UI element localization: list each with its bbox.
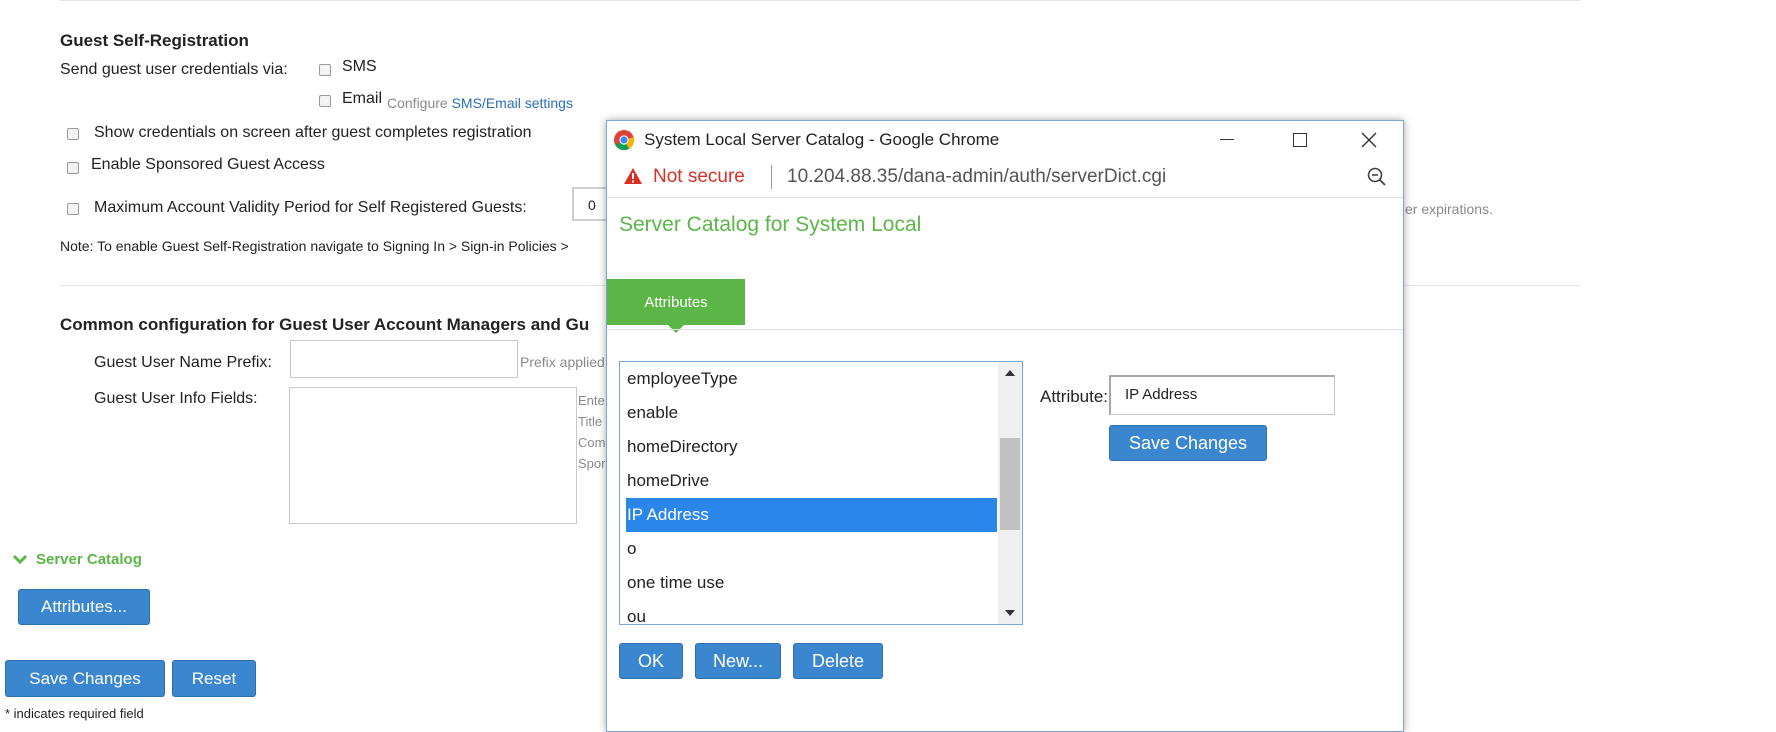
guest-registration-note: Note: To enable Guest Self-Registration … bbox=[60, 238, 569, 254]
sponsored-access-label: Enable Sponsored Guest Access bbox=[91, 156, 325, 173]
guest-user-name-prefix-label: Guest User Name Prefix: bbox=[94, 354, 272, 371]
server-catalog-popup-window: System Local Server Catalog - Google Chr… bbox=[606, 120, 1404, 732]
chrome-logo-icon bbox=[614, 130, 634, 151]
scroll-thumb[interactable] bbox=[1000, 438, 1020, 530]
guest-user-info-fields-label: Guest User Info Fields: bbox=[94, 390, 258, 407]
list-item[interactable]: ou bbox=[626, 600, 997, 624]
close-icon[interactable] bbox=[1361, 132, 1377, 148]
list-item[interactable]: enable bbox=[626, 396, 997, 430]
zoom-out-icon[interactable] bbox=[1367, 167, 1387, 187]
address-bar[interactable]: Not secure 10.204.88.35/dana-admin/auth/… bbox=[607, 157, 1403, 198]
popup-url[interactable]: 10.204.88.35/dana-admin/auth/serverDict.… bbox=[787, 166, 1166, 188]
email-checkbox[interactable] bbox=[319, 95, 331, 107]
sms-label: SMS bbox=[342, 58, 377, 75]
list-item[interactable]: o bbox=[626, 532, 997, 566]
reset-button[interactable]: Reset bbox=[172, 660, 256, 697]
configure-prefix: Configure bbox=[387, 95, 452, 111]
server-catalog-label: Server Catalog bbox=[36, 551, 142, 568]
list-item[interactable]: homeDirectory bbox=[626, 430, 997, 464]
attribute-label: Attribute: bbox=[1040, 387, 1109, 406]
delete-button[interactable]: Delete bbox=[793, 643, 883, 679]
popup-window-title: System Local Server Catalog - Google Chr… bbox=[644, 130, 1000, 149]
configure-text: Configure SMS/Email settings bbox=[387, 95, 573, 111]
prefix-hint: Prefix applied bbox=[520, 354, 605, 370]
email-label: Email bbox=[342, 90, 383, 107]
ok-button[interactable]: OK bbox=[619, 643, 683, 679]
attribute-input[interactable]: IP Address bbox=[1109, 375, 1335, 415]
server-catalog-toggle[interactable]: Server Catalog bbox=[12, 551, 142, 568]
warning-icon bbox=[624, 168, 642, 184]
popup-titlebar: System Local Server Catalog - Google Chr… bbox=[607, 121, 1403, 157]
popup-save-changes-button[interactable]: Save Changes bbox=[1109, 425, 1267, 461]
info-hint-line: Spor bbox=[578, 456, 606, 471]
list-item[interactable]: homeDrive bbox=[626, 464, 997, 498]
tab-attributes-label: Attributes bbox=[644, 293, 708, 311]
sms-checkbox[interactable] bbox=[319, 64, 331, 76]
info-fields-hints: Ente Title Com Spor bbox=[578, 390, 605, 474]
minimize-icon[interactable] bbox=[1220, 139, 1234, 140]
info-hint-line: Title bbox=[578, 414, 603, 429]
scroll-down-icon[interactable] bbox=[1005, 610, 1015, 616]
show-credentials-checkbox[interactable] bbox=[67, 128, 79, 140]
sms-email-settings-link[interactable]: SMS/Email settings bbox=[452, 95, 573, 111]
guest-self-registration-heading: Guest Self-Registration bbox=[60, 31, 249, 50]
address-divider bbox=[771, 165, 772, 189]
tab-attributes[interactable]: Attributes bbox=[607, 279, 745, 325]
new-button[interactable]: New... bbox=[695, 643, 781, 679]
chevron-down-icon bbox=[12, 554, 28, 564]
scroll-up-icon[interactable] bbox=[1005, 370, 1015, 376]
info-hint-line: Com bbox=[578, 435, 606, 450]
list-item[interactable]: one time use bbox=[626, 566, 997, 600]
maximize-icon[interactable] bbox=[1293, 133, 1307, 147]
sponsored-access-checkbox[interactable] bbox=[67, 162, 79, 174]
guest-user-info-fields-textarea[interactable] bbox=[289, 387, 577, 524]
save-changes-button[interactable]: Save Changes bbox=[5, 660, 165, 697]
list-item-selected[interactable]: IP Address bbox=[626, 498, 997, 532]
max-validity-checkbox[interactable] bbox=[67, 203, 79, 215]
tab-underline bbox=[607, 329, 1403, 330]
top-divider bbox=[60, 0, 1580, 1]
common-config-heading: Common configuration for Guest User Acco… bbox=[60, 315, 590, 334]
info-hint-line: Ente bbox=[578, 393, 605, 408]
show-credentials-label: Show credentials on screen after guest c… bbox=[94, 124, 532, 141]
not-secure-label: Not secure bbox=[653, 166, 745, 187]
listbox-scrollbar[interactable] bbox=[998, 362, 1022, 624]
server-catalog-heading: Server Catalog for System Local bbox=[619, 213, 922, 236]
attributes-button[interactable]: Attributes... bbox=[18, 589, 150, 625]
list-item[interactable]: employeeType bbox=[626, 362, 997, 396]
required-field-note: * indicates required field bbox=[5, 706, 144, 721]
attribute-listbox[interactable]: employeeType enable homeDirectory homeDr… bbox=[619, 361, 1023, 625]
max-validity-label: Maximum Account Validity Period for Self… bbox=[94, 199, 527, 216]
guest-user-name-prefix-input[interactable] bbox=[290, 340, 518, 378]
send-credentials-label: Send guest user credentials via: bbox=[60, 61, 288, 78]
expirations-tail-text: er expirations. bbox=[1405, 201, 1493, 217]
